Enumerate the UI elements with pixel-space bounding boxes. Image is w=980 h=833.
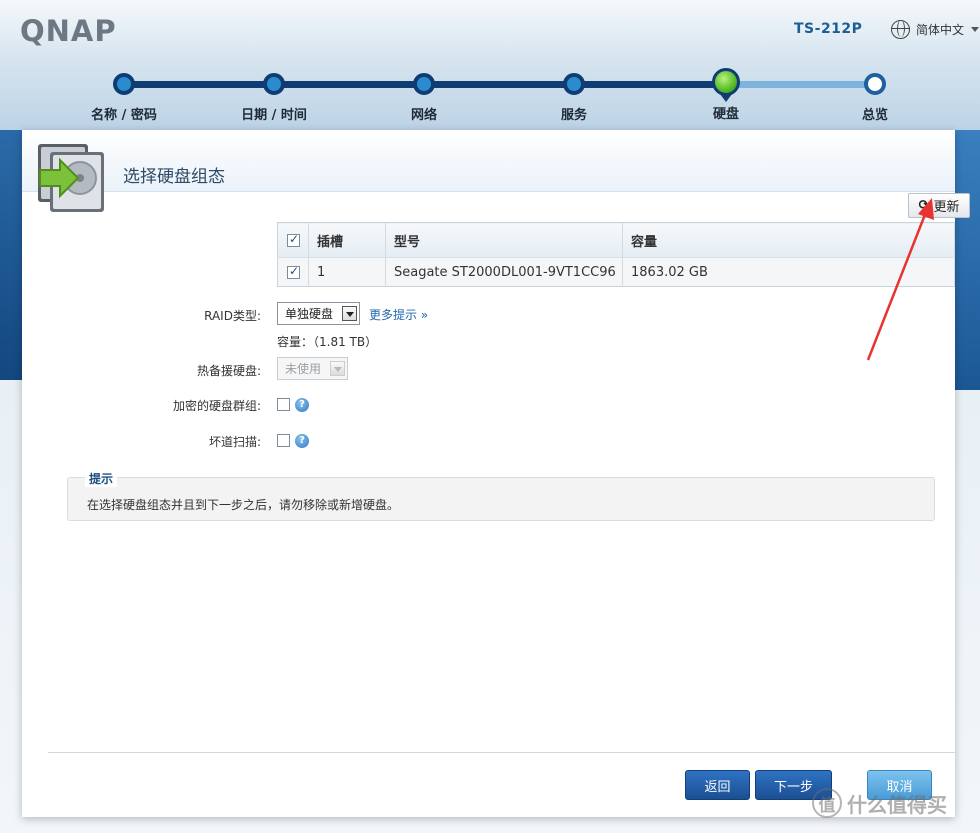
hot-spare-select[interactable]: 未使用	[277, 357, 348, 380]
step-label: 网络	[410, 108, 437, 123]
raid-type-value: 单独硬盘	[285, 307, 334, 321]
step-date-time: 日期 / 时间	[214, 70, 334, 123]
step-dot	[563, 73, 585, 95]
step-label: 名称 / 密码	[91, 108, 157, 123]
cell-model: Seagate ST2000DL001-9VT1CC96	[385, 257, 623, 287]
qnap-logo: QNAP	[20, 14, 117, 48]
select-all-cell	[277, 222, 309, 258]
step-name-password: 名称 / 密码	[64, 70, 184, 123]
panel-title: 选择硬盘组态	[123, 167, 225, 187]
table-row[interactable]: 1 Seagate ST2000DL001-9VT1CC96 1863.02 G…	[277, 257, 955, 287]
cell-slot: 1	[308, 257, 386, 287]
help-icon[interactable]: ?	[295, 434, 309, 448]
background-right-band	[952, 130, 980, 390]
step-label: 硬盘	[712, 107, 739, 122]
row-checkbox[interactable]	[287, 264, 300, 279]
help-icon[interactable]: ?	[295, 398, 309, 412]
row-select-cell	[277, 257, 309, 287]
step-disk: 硬盘	[666, 68, 786, 122]
capacity-text: 容量：（1.81 TB）	[277, 335, 378, 349]
chevron-down-icon	[971, 27, 980, 32]
step-dot-current	[712, 68, 740, 96]
step-summary: 总览	[815, 70, 935, 123]
raid-type-label: RAID类型:	[204, 309, 261, 323]
step-network: 网络	[364, 70, 484, 123]
column-header-model: 型号	[385, 222, 623, 258]
watermark-logo-icon: 值	[812, 788, 842, 818]
step-dot	[113, 73, 135, 95]
select-all-checkbox[interactable]	[287, 232, 300, 247]
hard-disk-icon	[38, 144, 104, 212]
hot-spare-label: 热备援硬盘:	[196, 364, 261, 378]
encrypt-checkbox[interactable]	[277, 398, 290, 411]
dropdown-arrow-icon	[330, 361, 345, 376]
bad-block-scan-checkbox[interactable]	[277, 434, 290, 447]
step-dot	[864, 73, 886, 95]
step-services: 服务	[514, 70, 634, 123]
background-left-band	[0, 130, 22, 380]
disk-table: 插槽 型号 容量 1 Seagate ST2000DL001-9VT1CC96 …	[277, 222, 955, 287]
watermark: 值 什么值得买	[812, 788, 947, 818]
language-selector[interactable]: 简体中文	[891, 20, 980, 39]
step-label: 总览	[861, 108, 888, 123]
raid-type-select[interactable]: 单独硬盘	[277, 302, 360, 325]
column-header-slot: 插槽	[308, 222, 386, 258]
globe-icon	[891, 20, 910, 39]
wizard-stepper: 名称 / 密码 日期 / 时间 网络 服务 硬盘 总览	[0, 68, 980, 130]
dropdown-arrow-icon	[342, 306, 357, 321]
panel-header: 选择硬盘组态	[22, 130, 955, 212]
tip-title: 提示	[85, 470, 118, 487]
device-model: TS-212P	[794, 21, 863, 37]
tip-text: 在选择硬盘组态并且到下一步之后，请勿移除或新增硬盘。	[87, 498, 400, 512]
step-dot	[263, 73, 285, 95]
footer-divider	[48, 752, 955, 753]
language-label: 简体中文	[916, 23, 965, 37]
hot-spare-value: 未使用	[285, 362, 322, 376]
step-dot	[413, 73, 435, 95]
bad-block-scan-label: 坏道扫描:	[208, 435, 261, 449]
wizard-panel: 选择硬盘组态 ⟳ 更新 插槽 型号 容量 1 Seagate ST2000DL0…	[22, 130, 970, 817]
more-hints-link[interactable]: 更多提示 »	[369, 306, 428, 323]
annotation-arrow	[866, 198, 934, 361]
back-button[interactable]: 返回	[685, 770, 750, 800]
table-header-row: 插槽 型号 容量	[277, 222, 955, 258]
watermark-text: 什么值得买	[847, 792, 947, 817]
step-label: 服务	[560, 108, 587, 123]
step-pin-icon	[720, 94, 732, 102]
encrypt-label: 加密的硬盘群组:	[172, 399, 261, 413]
step-label: 日期 / 时间	[241, 108, 307, 123]
